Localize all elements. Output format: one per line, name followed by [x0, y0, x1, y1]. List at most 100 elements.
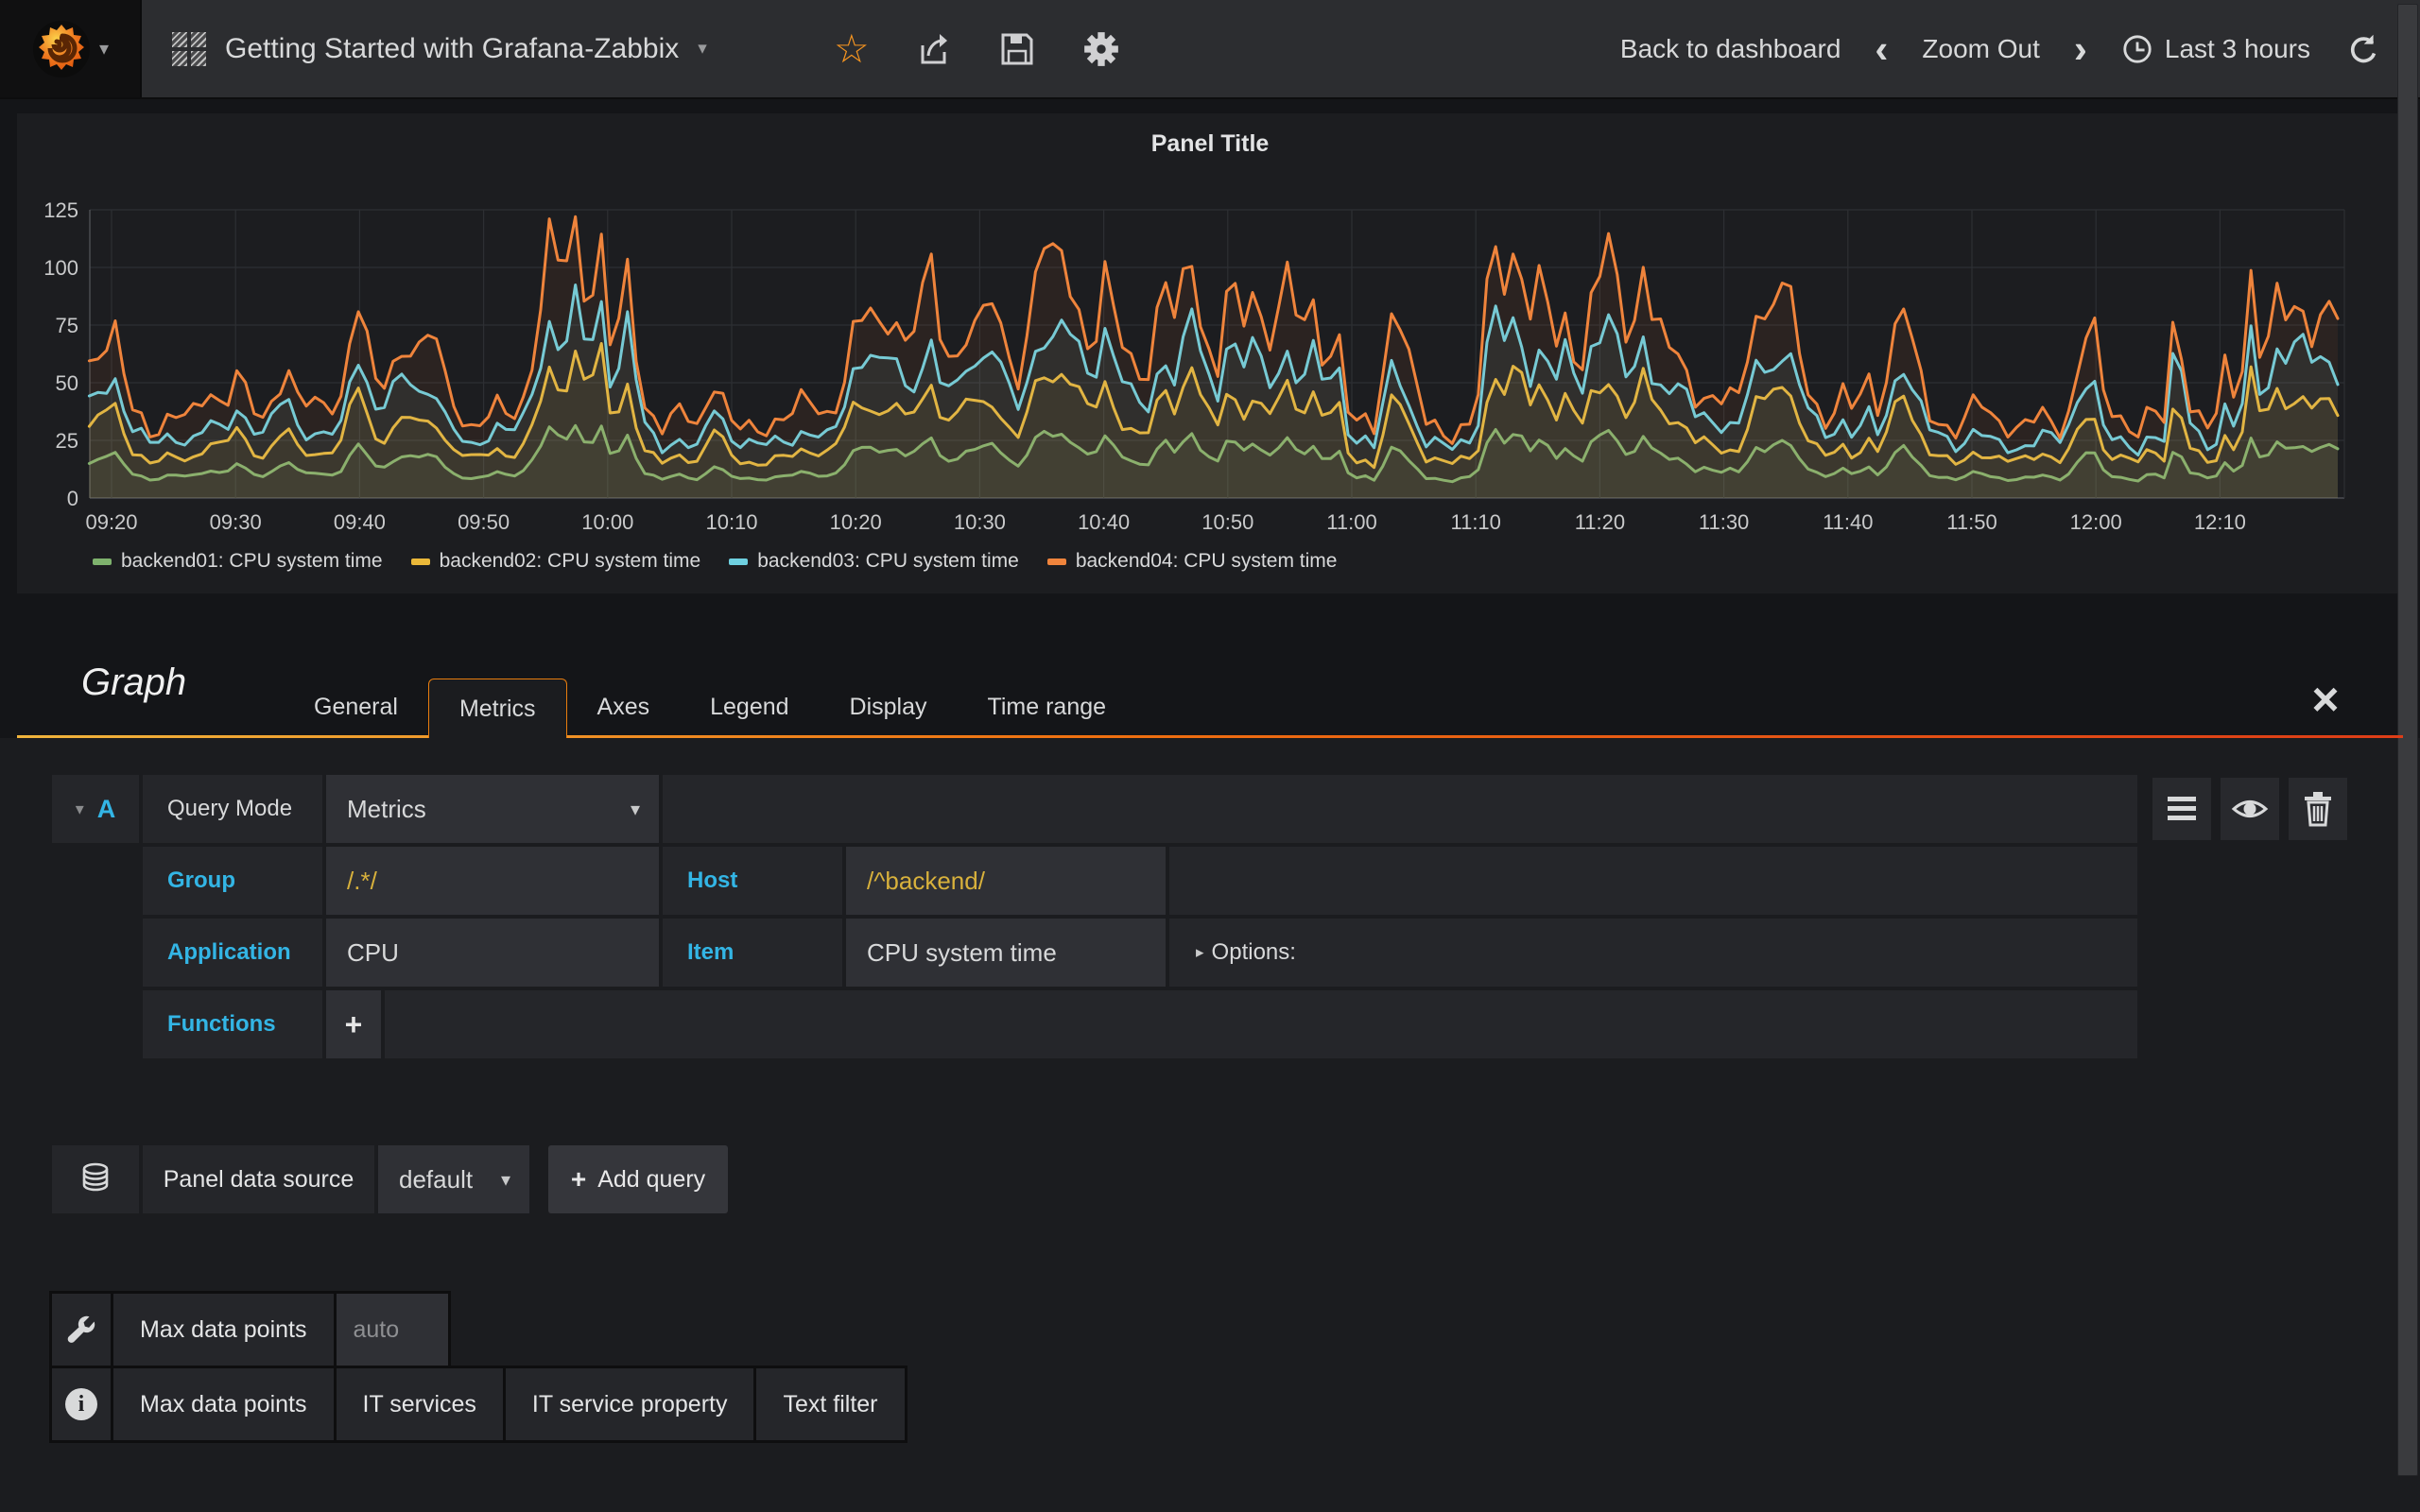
options-toggle[interactable]: ▸ Options: — [1169, 919, 2137, 987]
vertical-scrollbar[interactable] — [2397, 4, 2418, 1476]
wrench-icon — [65, 1314, 97, 1346]
svg-text:09:50: 09:50 — [458, 510, 510, 534]
share-icon[interactable] — [915, 30, 953, 68]
functions-row-filler — [385, 990, 2137, 1058]
legend-item[interactable]: backend03: CPU system time — [729, 550, 1019, 573]
navbar-right: Back to dashboard ‹ Zoom Out › Last 3 ho… — [1620, 0, 2378, 97]
gear-icon[interactable] — [1081, 29, 1121, 69]
chevron-down-icon: ▾ — [631, 798, 640, 821]
query-collapse-toggle[interactable]: ▾ A — [52, 775, 139, 843]
host-value-field[interactable]: /^backend/ — [846, 847, 1166, 915]
chevron-right-icon: ▸ — [1196, 943, 1204, 962]
query-delete-button[interactable] — [2289, 778, 2347, 840]
legend-item[interactable]: backend04: CPU system time — [1047, 550, 1338, 573]
max-data-points-input[interactable] — [337, 1294, 448, 1366]
chevron-down-icon: ▾ — [698, 38, 707, 60]
legend-item[interactable]: backend01: CPU system time — [93, 550, 383, 573]
dashboard-grid-icon — [172, 32, 206, 66]
plus-icon: + — [345, 1007, 363, 1042]
svg-text:0: 0 — [67, 487, 78, 510]
legend-label: backend02: CPU system time — [440, 550, 701, 573]
query-options-tabs-row: i Max data pointsIT servicesIT service p… — [49, 1366, 908, 1443]
svg-text:11:40: 11:40 — [1823, 510, 1873, 534]
group-label: Group — [143, 847, 322, 915]
svg-text:10:40: 10:40 — [1078, 510, 1130, 534]
graph-panel: Panel Title 025507510012509:2009:3009:40… — [17, 113, 2403, 593]
info-icon: i — [65, 1388, 97, 1420]
svg-text:75: 75 — [56, 314, 78, 337]
svg-text:12:00: 12:00 — [2070, 510, 2122, 534]
datasource-select[interactable]: default ▾ — [378, 1145, 529, 1213]
dashboard-title: Getting Started with Grafana-Zabbix — [225, 33, 679, 65]
grafana-logo-icon — [31, 19, 92, 79]
max-data-points-label: Max data points — [113, 1294, 334, 1366]
bottom-tab-text-filter[interactable]: Text filter — [756, 1368, 904, 1440]
eye-icon — [2231, 790, 2269, 828]
svg-text:12:10: 12:10 — [2194, 510, 2246, 534]
group-value-field[interactable]: /.*/ — [326, 847, 659, 915]
application-value-field[interactable]: CPU — [326, 919, 659, 987]
svg-text:11:50: 11:50 — [1946, 510, 1996, 534]
application-label: Application — [143, 919, 322, 987]
zoom-out-button[interactable]: Zoom Out — [1922, 34, 2039, 64]
svg-text:11:30: 11:30 — [1699, 510, 1749, 534]
svg-text:11:00: 11:00 — [1326, 510, 1376, 534]
tab-display[interactable]: Display — [820, 679, 958, 735]
tab-general[interactable]: General — [284, 679, 428, 735]
refresh-icon[interactable] — [2344, 32, 2378, 66]
wrench-cell — [52, 1294, 111, 1366]
tab-metrics[interactable]: Metrics — [428, 679, 567, 738]
query-menu-button[interactable] — [2152, 778, 2211, 840]
panel-datasource-label: Panel data source — [143, 1145, 374, 1213]
legend-item[interactable]: backend02: CPU system time — [411, 550, 701, 573]
legend-label: backend04: CPU system time — [1076, 550, 1338, 573]
panel-type-label: Graph — [81, 662, 186, 704]
add-query-button[interactable]: + Add query — [548, 1145, 728, 1213]
query-mode-label: Query Mode — [143, 775, 322, 843]
tab-time-range[interactable]: Time range — [958, 679, 1137, 735]
svg-text:09:40: 09:40 — [334, 510, 386, 534]
time-shift-left-icon[interactable]: ‹ — [1875, 29, 1888, 69]
bottom-tab-it-service-property[interactable]: IT service property — [506, 1368, 754, 1440]
trash-icon — [2301, 790, 2335, 828]
legend-label: backend01: CPU system time — [121, 550, 383, 573]
svg-text:10:20: 10:20 — [830, 510, 882, 534]
query-mode-select[interactable]: Metrics ▾ — [326, 775, 659, 843]
dashboard-actions: ☆ — [834, 0, 1121, 97]
functions-label: Functions — [143, 990, 322, 1058]
svg-text:100: 100 — [43, 256, 78, 280]
plus-icon: + — [571, 1164, 586, 1194]
time-shift-right-icon[interactable]: › — [2074, 29, 2087, 69]
close-editor-button[interactable]: × — [2299, 673, 2352, 726]
svg-text:09:30: 09:30 — [210, 510, 262, 534]
time-range-label: Last 3 hours — [2165, 34, 2310, 64]
query-toggle-visibility-button[interactable] — [2221, 778, 2279, 840]
timeseries-chart[interactable]: 025507510012509:2009:3009:4009:5010:0010… — [17, 113, 2403, 593]
star-icon[interactable]: ☆ — [834, 29, 870, 69]
max-data-points-row: Max data points — [49, 1291, 451, 1368]
save-icon[interactable] — [998, 30, 1036, 68]
navbar: ▾ Getting Started with Grafana-Zabbix ▾ … — [0, 0, 2420, 99]
legend-swatch — [93, 558, 112, 565]
query-ref-letter: A — [97, 795, 116, 824]
bottom-tab-max-data-points[interactable]: Max data points — [113, 1368, 334, 1440]
tab-legend[interactable]: Legend — [680, 679, 819, 735]
grafana-menu-button[interactable]: ▾ — [0, 0, 142, 97]
bottom-tab-it-services[interactable]: IT services — [337, 1368, 503, 1440]
tab-axes[interactable]: Axes — [567, 679, 681, 735]
add-function-button[interactable]: + — [326, 990, 381, 1058]
query-row-filler — [663, 775, 2137, 843]
dashboard-picker[interactable]: Getting Started with Grafana-Zabbix ▾ — [144, 0, 707, 97]
time-picker[interactable]: Last 3 hours — [2121, 33, 2310, 65]
svg-text:125: 125 — [43, 198, 78, 222]
database-icon — [77, 1160, 114, 1198]
host-row-filler — [1169, 847, 2137, 915]
chevron-down-icon: ▾ — [99, 37, 109, 60]
chart-legend: backend01: CPU system time backend02: CPU… — [93, 550, 1337, 573]
svg-text:50: 50 — [56, 371, 78, 395]
item-value-field[interactable]: CPU system time — [846, 919, 1166, 987]
hamburger-icon — [2166, 795, 2198, 823]
back-to-dashboard-button[interactable]: Back to dashboard — [1620, 34, 1841, 64]
chevron-down-icon: ▾ — [76, 799, 84, 819]
chevron-down-icon: ▾ — [501, 1168, 510, 1192]
